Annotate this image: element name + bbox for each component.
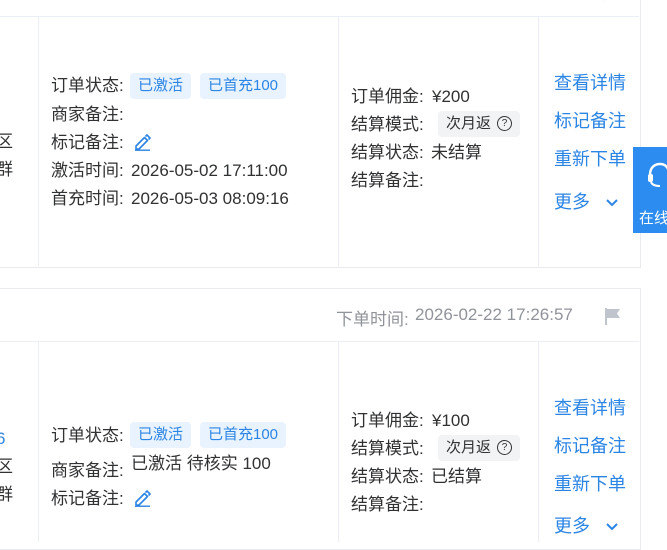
status-tag-first-recharge: 已首充100 — [200, 73, 287, 99]
settle-mode-badge: 次月返? — [438, 111, 521, 137]
commission-label: 订单佣金: — [351, 411, 424, 430]
settle-note-label: 结算备注: — [351, 171, 424, 190]
status-tag-activated: 已激活 — [130, 73, 192, 99]
merchant-note-value: 已激活 待核实 100 — [131, 454, 271, 473]
view-details-link[interactable]: 查看详情 — [554, 69, 626, 95]
online-service-label: 在线 — [639, 210, 667, 227]
merchant-note-label: 商家备注: — [51, 105, 124, 124]
online-service-button[interactable]: 在线 — [633, 147, 667, 233]
commission-value: ¥100 — [432, 411, 470, 430]
settle-mode-value: 次月返 — [446, 439, 492, 456]
card-2-col-divider-1 — [38, 342, 39, 542]
settle-mode-label: 结算模式: — [351, 115, 424, 134]
left-fragment: 群 — [0, 485, 13, 504]
flag-icon[interactable] — [603, 306, 623, 326]
question-icon[interactable]: ? — [497, 115, 513, 131]
order-status-label: 订单状态: — [51, 76, 124, 95]
reorder-link[interactable]: 重新下单 — [554, 145, 626, 171]
card-2-col-divider-2 — [338, 342, 339, 542]
more-label: 更多 — [554, 516, 590, 536]
order-status-label: 订单状态: — [51, 426, 124, 445]
card-1-col-divider-2 — [338, 17, 339, 266]
settle-mode-label: 结算模式: — [351, 439, 424, 458]
order-time-label: 下单时间: — [336, 310, 409, 329]
more-dropdown[interactable]: 更多 — [554, 188, 619, 214]
reorder-link[interactable]: 重新下单 — [554, 470, 626, 496]
card-1-header-divider — [0, 16, 639, 17]
chevron-icon — [604, 0, 606, 1]
settle-status-value: 已结算 — [431, 467, 482, 486]
order-time-value: 2026-02-22 17:26:57 — [415, 305, 573, 324]
left-fragment: 群 — [0, 160, 13, 179]
mark-note-link[interactable]: 标记备注 — [554, 107, 626, 133]
settle-note-label: 结算备注: — [351, 495, 424, 514]
commission-label: 订单佣金: — [351, 87, 424, 106]
chevron-down-icon — [606, 199, 618, 207]
left-fragment: 区 — [0, 132, 13, 151]
commission-value: ¥200 — [432, 87, 470, 106]
status-tag-first-recharge: 已首充100 — [200, 422, 287, 448]
edit-icon[interactable] — [133, 133, 151, 151]
headset-icon — [648, 162, 667, 187]
card-2-header-divider — [0, 341, 639, 342]
settle-mode-value: 次月返 — [446, 115, 492, 132]
status-tag-activated: 已激活 — [130, 422, 192, 448]
card-2-col-divider-3 — [538, 342, 539, 542]
edit-icon[interactable] — [133, 489, 151, 507]
mark-note-label: 标记备注: — [51, 133, 124, 152]
question-icon[interactable]: ? — [497, 439, 513, 455]
merchant-note-label: 商家备注: — [51, 461, 124, 480]
mark-note-label: 标记备注: — [51, 489, 124, 508]
mark-note-link[interactable]: 标记备注 — [554, 432, 626, 458]
first-recharge-time-value: 2026-05-03 08:09:16 — [131, 189, 289, 208]
activation-time-value: 2026-05-02 17:11:00 — [131, 161, 288, 180]
more-dropdown[interactable]: 更多 — [554, 512, 619, 538]
settle-mode-badge: 次月返? — [438, 435, 521, 461]
settle-status-label: 结算状态: — [351, 467, 424, 486]
left-fragment: 6 — [0, 429, 6, 448]
settle-status-label: 结算状态: — [351, 143, 424, 162]
chevron-down-icon — [606, 523, 618, 531]
order-card-2 — [0, 288, 641, 550]
view-details-link[interactable]: 查看详情 — [554, 394, 626, 420]
card-1-col-divider-1 — [38, 17, 39, 266]
left-fragment: 区 — [0, 457, 13, 476]
settle-status-value: 未结算 — [431, 143, 482, 162]
card-1-col-divider-3 — [538, 17, 539, 266]
more-label: 更多 — [554, 192, 590, 212]
activation-time-label: 激活时间: — [51, 161, 124, 180]
first-recharge-time-label: 首充时间: — [51, 189, 124, 208]
